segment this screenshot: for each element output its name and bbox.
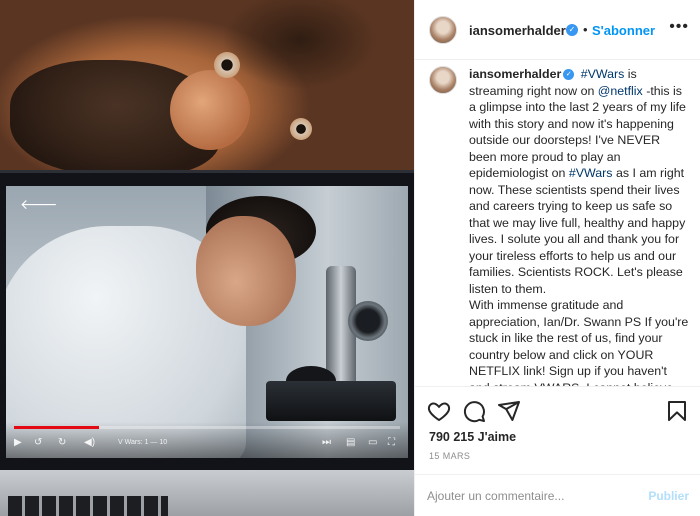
comment-input[interactable] xyxy=(427,489,627,503)
microscope xyxy=(266,266,406,436)
caption-verified-badge-icon: ✓ xyxy=(563,69,575,81)
post-caption: iansomerhalder ✓ #VWars is streaming righ… xyxy=(469,66,691,386)
send-icon[interactable] xyxy=(497,399,521,423)
comment-box: Publier xyxy=(415,474,700,516)
post-header: iansomerhalder ✓ • S'abonner ••• xyxy=(415,0,700,60)
follow-button[interactable]: S'abonner xyxy=(592,23,655,38)
play-icon: ▶ xyxy=(14,437,22,448)
caption-link[interactable]: #VWars xyxy=(569,166,613,180)
caption-link[interactable]: @netflix xyxy=(598,84,643,98)
volume-icon: ◀) xyxy=(84,437,96,448)
avatar[interactable] xyxy=(429,16,457,44)
caption-avatar[interactable] xyxy=(429,66,457,94)
video-title: V Wars: 1 — 10 xyxy=(118,439,168,446)
video-back-arrow-icon: 🡐 xyxy=(20,196,58,212)
post-actions: 790 215 J'aime 15 MARS Publier xyxy=(415,386,700,516)
fullscreen-icon: ⛶ xyxy=(388,437,395,448)
header-username[interactable]: iansomerhalder xyxy=(469,23,566,38)
separator-dot: • xyxy=(583,22,588,37)
selfie-face xyxy=(0,0,414,178)
publish-button[interactable]: Publier xyxy=(648,489,689,503)
caption-body: #VWars is streaming right now on @netfli… xyxy=(469,67,686,296)
video-progress-fill xyxy=(14,426,99,429)
instagram-post-modal: 🡐 ▶ ↺ ↻ ◀) V Wars: 1 — 10 ⏭ ▤ ▭ ⛶ iansom… xyxy=(0,0,700,516)
post-photo[interactable]: 🡐 ▶ ↺ ↻ ◀) V Wars: 1 — 10 ⏭ ▤ ▭ ⛶ xyxy=(0,0,414,516)
episodes-icon: ▤ xyxy=(346,437,356,448)
bookmark-icon[interactable] xyxy=(665,399,689,423)
caption-text: as I am right now. These scientists spen… xyxy=(469,166,686,296)
forward-icon: ↻ xyxy=(58,437,67,448)
post-date[interactable]: 15 MARS xyxy=(429,451,470,461)
caption-link[interactable]: #VWars xyxy=(581,67,625,81)
post-side-panel: iansomerhalder ✓ • S'abonner ••• iansome… xyxy=(414,0,700,516)
comment-icon[interactable] xyxy=(462,399,486,423)
caption-scroll-area[interactable]: iansomerhalder ✓ #VWars is streaming righ… xyxy=(415,60,700,386)
heart-icon[interactable] xyxy=(427,399,451,423)
caption-continuation: With immense gratitude and appreciation,… xyxy=(469,298,689,386)
video-progress-bar xyxy=(14,426,400,429)
caption-username[interactable]: iansomerhalder xyxy=(469,67,561,81)
more-options-icon[interactable]: ••• xyxy=(669,18,689,36)
likes-count[interactable]: 790 215 J'aime xyxy=(429,430,516,444)
verified-badge-icon: ✓ xyxy=(566,24,578,36)
laptop-screen-video: 🡐 ▶ ↺ ↻ ◀) V Wars: 1 — 10 ⏭ ▤ ▭ ⛶ xyxy=(6,186,408,458)
subtitles-icon: ▭ xyxy=(368,437,378,448)
rewind-icon: ↺ xyxy=(34,437,43,448)
next-episode-icon: ⏭ xyxy=(322,437,331,448)
